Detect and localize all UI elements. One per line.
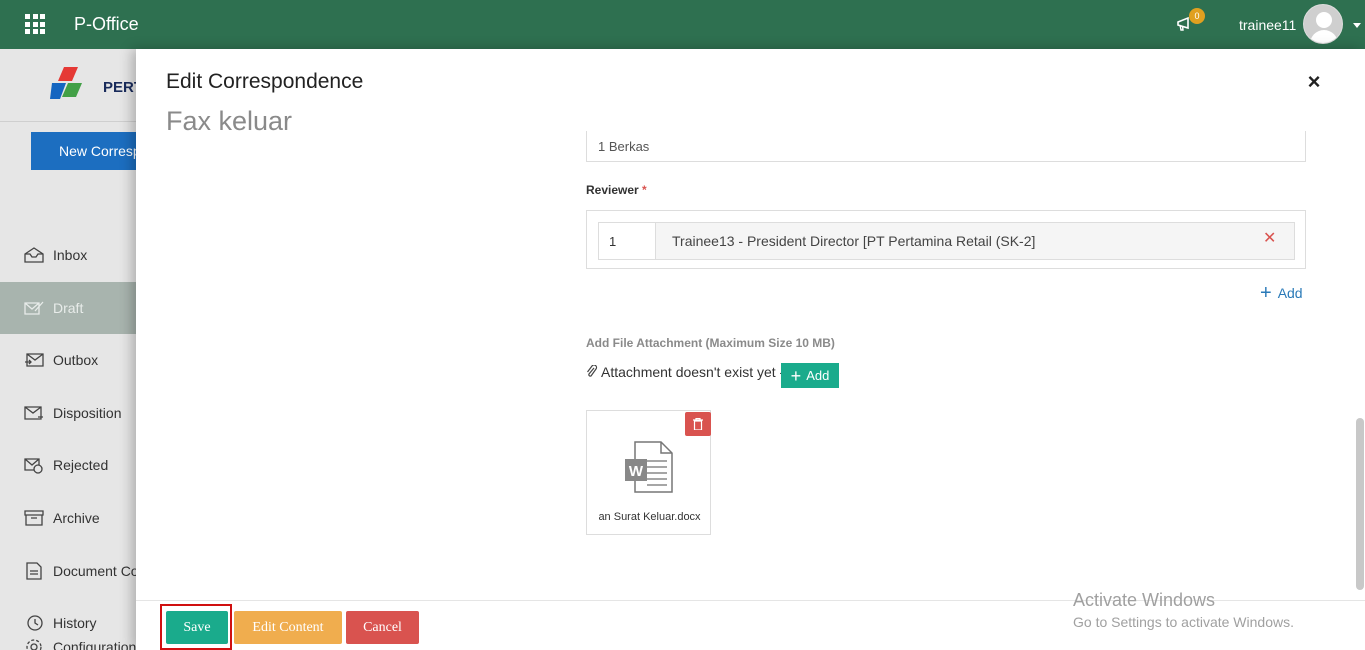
notification-badge: 0	[1189, 8, 1205, 24]
sidebar-item-disposition[interactable]: Disposition	[0, 387, 136, 439]
attachment-status-text: Attachment doesn't exist yet -	[601, 364, 785, 380]
chevron-down-icon[interactable]	[1353, 23, 1361, 28]
sidebar: PERT New Correspondence Inbox Draft Outb…	[0, 49, 143, 650]
app-title: P-Office	[74, 14, 139, 34]
sidebar-item-label: Outbox	[53, 352, 99, 368]
watermark-line-1: Activate Windows	[1073, 590, 1216, 610]
sidebar-item-outbox[interactable]: Outbox	[0, 334, 136, 386]
modal-subtitle: Fax keluar	[166, 106, 293, 136]
cancel-button[interactable]: Cancel	[346, 611, 419, 644]
delete-attachment-button[interactable]	[685, 412, 711, 436]
sidebar-item-label: Inbox	[53, 247, 88, 263]
attachment-file-card[interactable]: W an Surat Keluar.docx	[586, 410, 711, 535]
edit-correspondence-modal: Edit Correspondence Fax keluar × 1 Berka…	[136, 49, 1365, 650]
sidebar-item-draft[interactable]: Draft	[0, 282, 136, 334]
new-correspondence-label: New Correspondence	[59, 143, 141, 159]
attachment-count-field[interactable]: 1 Berkas	[586, 131, 1306, 162]
inbox-icon	[24, 247, 44, 263]
top-bar: P-Office 0 trainee11	[0, 0, 1365, 49]
plus-icon: +	[1260, 282, 1272, 304]
plus-icon: +	[790, 365, 802, 386]
logo-area: PERT	[0, 49, 143, 122]
add-attachment-button[interactable]: + Add	[781, 363, 839, 388]
remove-reviewer-icon[interactable]: ✕	[1263, 228, 1276, 248]
sidebar-item-archive[interactable]: Archive	[0, 492, 136, 544]
sidebar-item-label: Configuration	[53, 639, 136, 650]
sidebar-item-label: Rejected	[53, 457, 109, 473]
reviewer-label: Reviewer *	[586, 183, 647, 197]
add-attachment-label: Add	[806, 368, 830, 383]
pertamina-logo-icon	[50, 67, 82, 99]
attachment-status: Attachment doesn't exist yet -	[586, 364, 784, 380]
gear-icon	[26, 639, 42, 650]
attachment-file-name: an Surat Keluar.docx	[598, 511, 701, 523]
sidebar-item-rejected[interactable]: Rejected	[0, 439, 136, 491]
svg-text:W: W	[629, 463, 644, 480]
sidebar-item-inbox[interactable]: Inbox	[0, 229, 136, 281]
reviewer-order-input[interactable]: 1	[598, 222, 656, 260]
draft-icon	[24, 301, 44, 315]
reviewer-list: 1 Trainee13 - President Director [PT Per…	[586, 210, 1306, 269]
modal-scrollbar[interactable]	[1356, 418, 1364, 590]
modal-title: Edit Correspondence	[166, 70, 364, 93]
watermark-line-2: Go to Settings to activate Windows.	[1073, 614, 1294, 630]
save-button[interactable]: Save	[166, 611, 228, 644]
attachment-label: Add File Attachment (Maximum Size 10 MB)	[586, 336, 835, 350]
avatar[interactable]	[1303, 4, 1343, 44]
add-reviewer-link[interactable]: + Add	[1260, 282, 1303, 304]
paperclip-icon	[587, 365, 598, 377]
windows-activation-watermark: Activate Windows Go to Settings to activ…	[1073, 590, 1294, 630]
sidebar-item-label: Draft	[53, 300, 84, 316]
rejected-icon	[24, 458, 43, 474]
close-icon[interactable]: ×	[1303, 71, 1325, 93]
sidebar-item-configuration[interactable]: Configuration	[0, 621, 136, 650]
sidebar-item-label: Disposition	[53, 405, 122, 421]
add-reviewer-label: Add	[1277, 285, 1303, 301]
new-correspondence-button[interactable]: New Correspondence	[31, 132, 141, 170]
word-document-icon: W	[625, 441, 673, 493]
sidebar-item-label: Document Control	[53, 563, 136, 579]
disposition-icon	[24, 406, 43, 420]
username[interactable]: trainee11	[1239, 17, 1296, 33]
apps-grid-icon[interactable]	[25, 14, 45, 34]
reviewer-label-text: Reviewer	[586, 183, 639, 197]
document-icon	[26, 562, 42, 580]
required-mark: *	[642, 183, 647, 197]
sidebar-item-label: Archive	[53, 510, 100, 526]
trash-icon	[693, 418, 703, 430]
archive-icon	[24, 510, 44, 526]
outbox-icon	[25, 353, 44, 367]
reviewer-name-field: Trainee13 - President Director [PT Perta…	[655, 222, 1295, 260]
edit-content-button[interactable]: Edit Content	[234, 611, 342, 644]
sidebar-item-document-control[interactable]: Document Control	[0, 545, 136, 597]
